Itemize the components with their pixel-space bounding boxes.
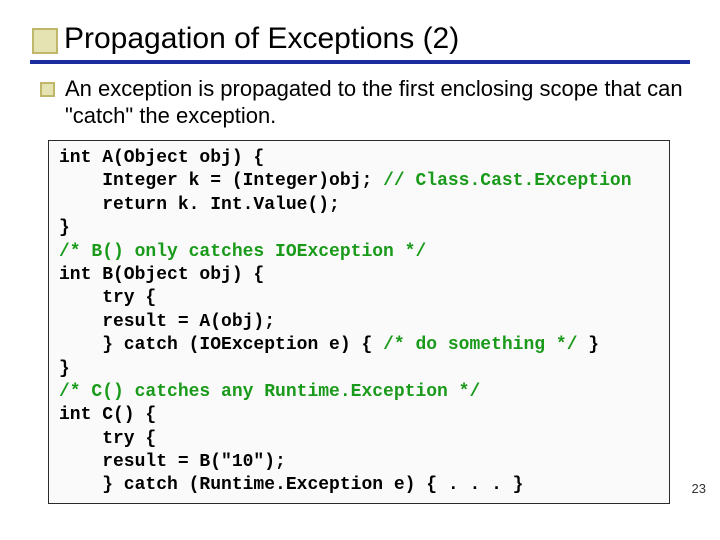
code-text: result = A(obj); — [59, 312, 275, 332]
body-text-block: An exception is propagated to the first … — [40, 76, 690, 130]
title-underline — [30, 60, 690, 64]
code-line: int A(Object obj) { — [59, 147, 659, 170]
code-line: try { — [59, 428, 659, 451]
code-line: Integer k = (Integer)obj; // Class.Cast.… — [59, 170, 659, 193]
bullet-text: An exception is propagated to the first … — [65, 76, 690, 130]
code-text: int A(Object obj) { — [59, 148, 264, 168]
title-row: Propagation of Exceptions (2) — [32, 22, 700, 56]
code-line: int B(Object obj) { — [59, 264, 659, 287]
code-text: int C() { — [59, 405, 156, 425]
code-line: /* B() only catches IOException */ — [59, 241, 659, 264]
slide: Propagation of Exceptions (2) An excepti… — [0, 0, 720, 540]
code-text: } catch (IOException e) { — [59, 335, 383, 355]
code-text: try { — [59, 429, 156, 449]
code-text: } — [578, 335, 600, 355]
code-text: int B(Object obj) { — [59, 265, 264, 285]
code-text: return k. Int.Value(); — [59, 195, 340, 215]
title-bullet-icon — [32, 28, 58, 54]
code-comment: // Class.Cast.Exception — [383, 171, 631, 191]
code-comment: /* do something */ — [383, 335, 577, 355]
code-text: } catch (Runtime.Exception e) { . . . } — [59, 475, 523, 495]
code-line: return k. Int.Value(); — [59, 194, 659, 217]
code-text: try { — [59, 288, 156, 308]
code-line: int C() { — [59, 404, 659, 427]
slide-title: Propagation of Exceptions (2) — [64, 22, 459, 56]
code-comment: /* B() only catches IOException */ — [59, 242, 426, 262]
code-line: result = A(obj); — [59, 311, 659, 334]
code-comment: /* C() catches any Runtime.Exception */ — [59, 382, 480, 402]
code-line: result = B("10"); — [59, 451, 659, 474]
code-text: } — [59, 218, 70, 238]
code-text: result = B("10"); — [59, 452, 286, 472]
bullet-row: An exception is propagated to the first … — [40, 76, 690, 130]
code-line: try { — [59, 287, 659, 310]
code-line: /* C() catches any Runtime.Exception */ — [59, 381, 659, 404]
code-line: } — [59, 358, 659, 381]
code-text: } — [59, 359, 70, 379]
code-text: Integer k = (Integer)obj; — [59, 171, 383, 191]
code-line: } catch (IOException e) { /* do somethin… — [59, 334, 659, 357]
bullet-icon — [40, 82, 55, 97]
page-number: 23 — [692, 481, 706, 496]
code-box: int A(Object obj) { Integer k = (Integer… — [48, 140, 670, 504]
code-line: } catch (Runtime.Exception e) { . . . } — [59, 474, 659, 497]
code-line: } — [59, 217, 659, 240]
